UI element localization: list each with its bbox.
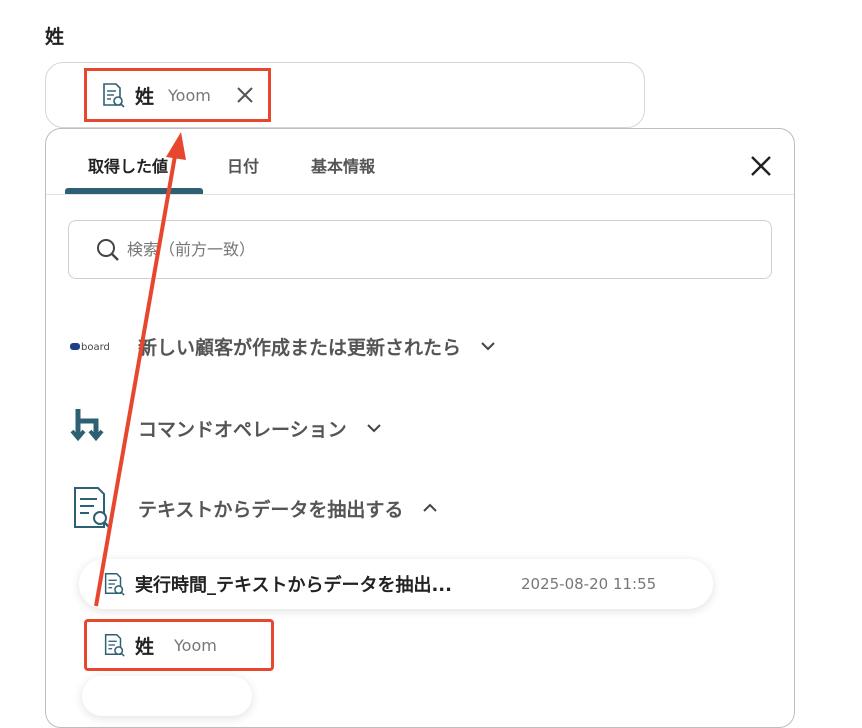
result-row-execution-time[interactable]: 実行時間_テキストからデータを抽出... 2025-08-20 11:55 [79, 559, 713, 609]
search-icon [97, 238, 119, 261]
section-label: コマンドオペレーション [138, 418, 347, 441]
section-extract-data-from-text[interactable]: テキストからデータを抽出する [70, 485, 439, 531]
tab-date[interactable]: 日付 [227, 153, 259, 177]
value-item-source: Yoom [174, 635, 217, 655]
chevron-down-icon[interactable] [479, 337, 497, 355]
value-picker-panel: 取得した値 日付 基本情報 board 新しい顧客が作成または更新されたら コマ… [45, 128, 795, 728]
document-search-icon [103, 83, 125, 108]
result-timestamp: 2025-08-20 11:55 [521, 575, 657, 593]
active-tab-indicator [65, 188, 203, 194]
close-icon[interactable] [747, 152, 775, 180]
tab-obtained-values[interactable]: 取得した値 [88, 153, 168, 177]
search-box[interactable] [68, 220, 772, 279]
board-logo-icon: board [70, 342, 110, 353]
document-search-icon [104, 573, 125, 596]
section-new-customer-trigger[interactable]: board 新しい顧客が作成または更新されたら [70, 331, 497, 361]
section-label: 新しい顧客が作成または更新されたら [138, 336, 462, 359]
section-command-operation[interactable]: コマンドオペレーション [70, 405, 383, 451]
chip-source: Yoom [168, 85, 211, 105]
tab-basic-info[interactable]: 基本情報 [311, 153, 375, 177]
remove-chip-icon[interactable] [234, 84, 256, 106]
svg-text:board: board [81, 342, 110, 353]
value-item-surname[interactable]: 姓 Yoom [84, 619, 274, 671]
search-input[interactable] [127, 240, 727, 259]
selected-value-chip[interactable]: 姓 Yoom [84, 68, 271, 122]
document-search-icon [74, 487, 110, 528]
chip-name: 姓 [135, 85, 155, 108]
tab-bar: 取得した値 日付 基本情報 [46, 129, 794, 195]
field-label: 姓 [45, 26, 65, 48]
result-title: 実行時間_テキストからデータを抽出... [135, 575, 452, 596]
section-label: テキストからデータを抽出する [138, 498, 404, 521]
chevron-down-icon[interactable] [365, 419, 383, 437]
list-item[interactable] [82, 676, 252, 716]
yoom-command-icon [70, 409, 104, 442]
chevron-up-icon[interactable] [421, 499, 439, 517]
value-item-name: 姓 [135, 635, 155, 658]
document-search-icon [104, 634, 125, 657]
